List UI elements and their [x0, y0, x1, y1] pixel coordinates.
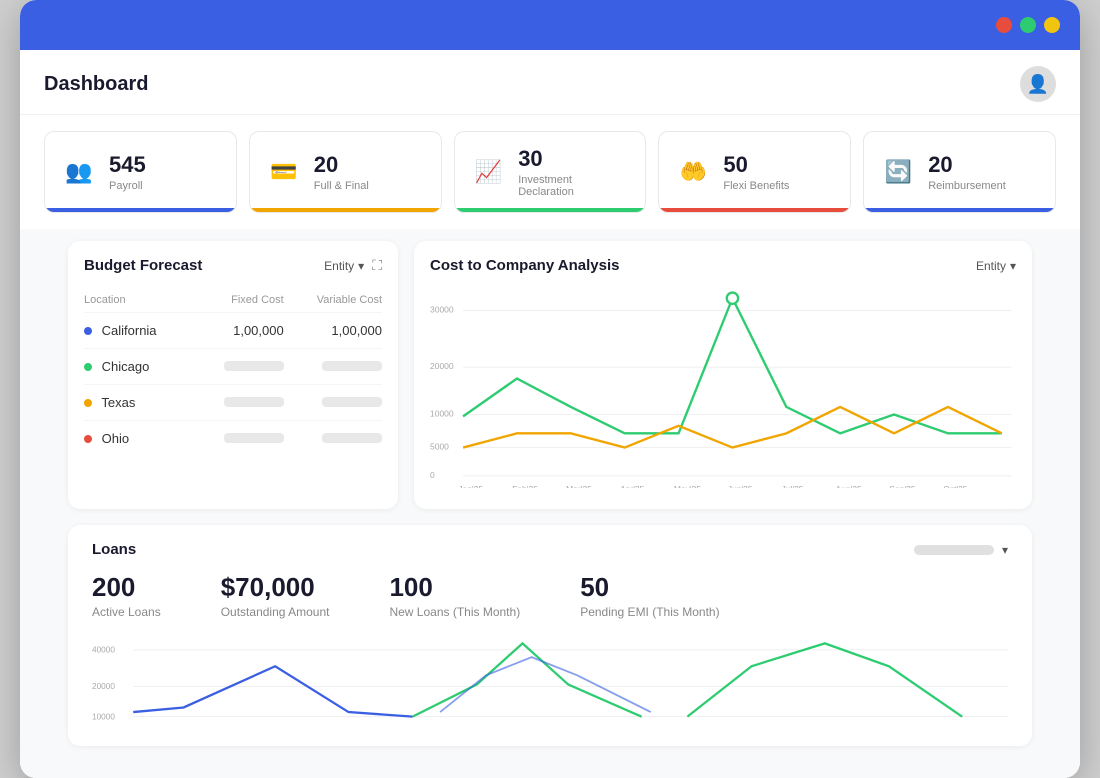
stat-info-investment: 30 Investment Declaration: [518, 146, 629, 198]
svg-text:30000: 30000: [430, 304, 454, 314]
stat-number-investment: 30: [518, 146, 629, 172]
budget-table: Location Fixed Cost Variable Cost Califo…: [84, 288, 382, 456]
loan-stat-number: $70,000: [221, 572, 330, 603]
stat-label-reimbursement: Reimbursement: [928, 180, 1006, 192]
stat-bar-full-final: [250, 208, 441, 212]
ctc-entity-dropdown[interactable]: Entity ▾: [976, 259, 1016, 273]
svg-text:40000: 40000: [92, 646, 115, 655]
ctc-chart-card: Cost to Company Analysis Entity ▾ 0 5000…: [414, 241, 1032, 509]
svg-text:Jun'25: Jun'25: [728, 484, 753, 488]
minimize-button[interactable]: [1044, 17, 1060, 33]
stat-label-flexi: Flexi Benefits: [723, 180, 789, 192]
stat-card-flexi[interactable]: 🤲 50 Flexi Benefits: [658, 131, 851, 213]
stat-icon-reimbursement: 🔄: [880, 154, 916, 190]
stat-card-investment[interactable]: 📈 30 Investment Declaration: [454, 131, 647, 213]
col-fixed-cost: Fixed Cost: [193, 288, 283, 313]
budget-card-header: Budget Forecast Entity ▾ ⛶: [84, 257, 382, 274]
svg-text:20000: 20000: [430, 361, 454, 371]
stat-icon-full-final: 💳: [266, 154, 302, 190]
budget-entity-dropdown[interactable]: Entity ▾: [324, 259, 364, 273]
stat-icon-payroll: 👥: [61, 154, 97, 190]
ctc-card-header: Cost to Company Analysis Entity ▾: [430, 257, 1016, 274]
ctc-title: Cost to Company Analysis: [430, 257, 619, 274]
stat-number-reimbursement: 20: [928, 152, 1006, 178]
stat-bar-payroll: [45, 208, 236, 212]
budget-title: Budget Forecast: [84, 257, 202, 274]
stat-card-reimbursement[interactable]: 🔄 20 Reimbursement: [863, 131, 1056, 213]
loan-stat-number: 200: [92, 572, 161, 603]
loan-stat-item: $70,000 Outstanding Amount: [221, 572, 330, 619]
maximize-button[interactable]: [1020, 17, 1036, 33]
loans-skeleton-bar: [914, 545, 994, 555]
stat-info-payroll: 545 Payroll: [109, 152, 146, 192]
avatar[interactable]: 👤: [1020, 66, 1056, 102]
svg-text:5000: 5000: [430, 441, 449, 451]
page-header: Dashboard 👤: [20, 50, 1080, 115]
stat-number-payroll: 545: [109, 152, 146, 178]
loans-chart-svg: 10000 20000 40000: [92, 635, 1008, 725]
svg-text:Aug'25: Aug'25: [835, 484, 861, 488]
svg-text:Sep'25: Sep'25: [889, 484, 915, 488]
stat-label-full-final: Full & Final: [314, 180, 369, 192]
loans-dropdown[interactable]: ▾: [1002, 543, 1008, 557]
svg-text:Feb'25: Feb'25: [512, 484, 538, 488]
svg-text:Jul'25: Jul'25: [782, 484, 804, 488]
stat-number-flexi: 50: [723, 152, 789, 178]
stat-icon-investment: 📈: [471, 154, 507, 190]
titlebar: [20, 0, 1080, 50]
svg-text:May'25: May'25: [674, 484, 701, 488]
stat-info-full-final: 20 Full & Final: [314, 152, 369, 192]
close-button[interactable]: [996, 17, 1012, 33]
budget-expand-button[interactable]: ⛶: [372, 257, 382, 274]
svg-text:Mar'25: Mar'25: [566, 484, 592, 488]
svg-text:10000: 10000: [92, 712, 115, 721]
table-row: Texas: [84, 385, 382, 421]
loans-stats-row: 200 Active Loans $70,000 Outstanding Amo…: [92, 572, 1008, 619]
loan-stat-label: Pending EMI (This Month): [580, 605, 719, 619]
stat-card-full-final[interactable]: 💳 20 Full & Final: [249, 131, 442, 213]
loans-chart-area: 10000 20000 40000: [92, 635, 1008, 730]
app-content: Dashboard 👤 👥 545 Payroll 💳 20 Full & Fi…: [20, 50, 1080, 778]
stat-bar-reimbursement: [864, 208, 1055, 212]
col-variable-cost: Variable Cost: [284, 288, 382, 313]
loan-stat-label: Active Loans: [92, 605, 161, 619]
loan-stat-item: 50 Pending EMI (This Month): [580, 572, 719, 619]
svg-text:20000: 20000: [92, 682, 115, 691]
ctc-chart-area: 0 5000 10000 20000 30000: [430, 288, 1016, 493]
main-grid: Budget Forecast Entity ▾ ⛶ Loca: [44, 241, 1056, 525]
table-row: Chicago: [84, 349, 382, 385]
stat-label-payroll: Payroll: [109, 180, 146, 192]
table-row: California 1,00,000 1,00,000: [84, 313, 382, 349]
svg-text:Apr'25: Apr'25: [620, 484, 645, 488]
stat-info-reimbursement: 20 Reimbursement: [928, 152, 1006, 192]
col-location: Location: [84, 288, 193, 313]
svg-text:10000: 10000: [430, 408, 454, 418]
app-window: Dashboard 👤 👥 545 Payroll 💳 20 Full & Fi…: [20, 0, 1080, 778]
loan-stat-item: 200 Active Loans: [92, 572, 161, 619]
ctc-chart-svg: 0 5000 10000 20000 30000: [430, 288, 1016, 488]
table-row: Ohio: [84, 421, 382, 457]
stat-icon-flexi: 🤲: [675, 154, 711, 190]
loan-stat-label: Outstanding Amount: [221, 605, 330, 619]
loan-stat-number: 50: [580, 572, 719, 603]
loan-stat-item: 100 New Loans (This Month): [389, 572, 520, 619]
stat-cards-row: 👥 545 Payroll 💳 20 Full & Final 📈 30 Inv…: [20, 115, 1080, 229]
page-title: Dashboard: [44, 73, 148, 96]
svg-text:0: 0: [430, 470, 435, 480]
loan-stat-label: New Loans (This Month): [389, 605, 520, 619]
stat-number-full-final: 20: [314, 152, 369, 178]
loans-header: Loans ▾: [92, 541, 1008, 558]
loan-stat-number: 100: [389, 572, 520, 603]
budget-controls: Entity ▾ ⛶: [324, 257, 382, 274]
loans-card: Loans ▾ 200 Active Loans $70,000 Outstan…: [68, 525, 1032, 746]
stat-label-investment: Investment Declaration: [518, 174, 629, 198]
svg-text:Oct'25: Oct'25: [943, 484, 968, 488]
stat-info-flexi: 50 Flexi Benefits: [723, 152, 789, 192]
budget-forecast-card: Budget Forecast Entity ▾ ⛶ Loca: [68, 241, 398, 509]
loans-title: Loans: [92, 541, 136, 558]
stat-card-payroll[interactable]: 👥 545 Payroll: [44, 131, 237, 213]
svg-text:Jan'25: Jan'25: [458, 484, 483, 488]
stat-bar-flexi: [659, 208, 850, 212]
stat-bar-investment: [455, 208, 646, 212]
